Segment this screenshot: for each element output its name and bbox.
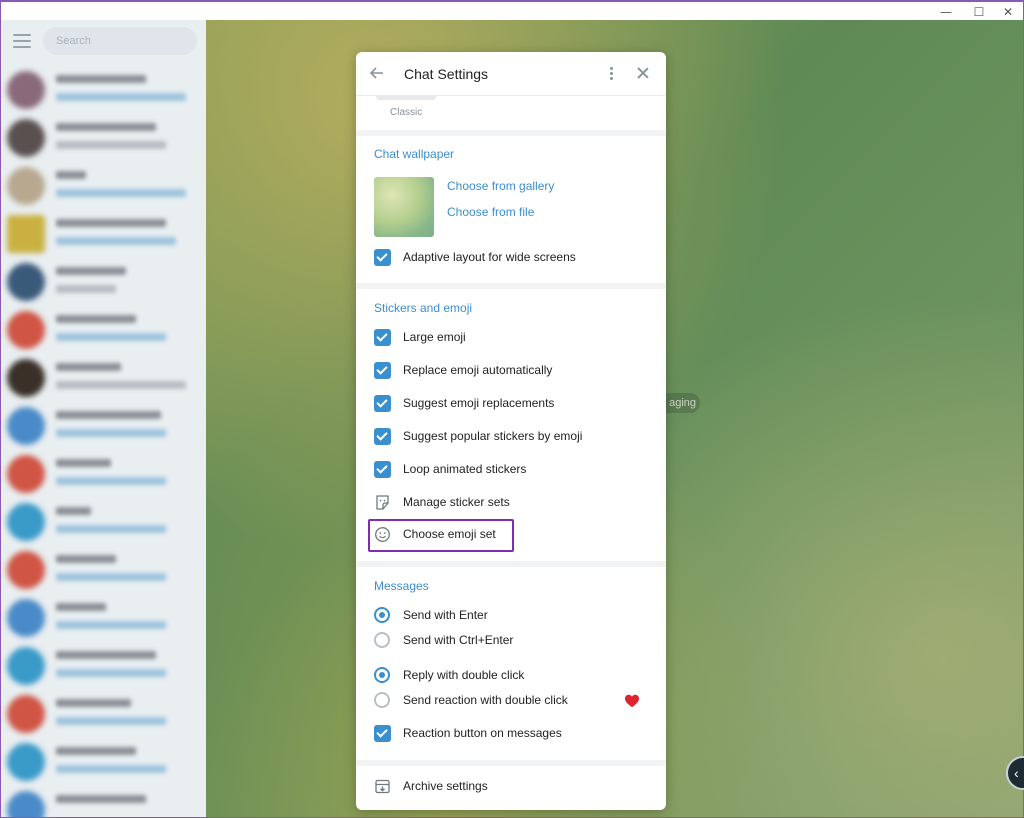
chat-list-item[interactable] xyxy=(1,593,206,641)
avatar xyxy=(7,647,45,685)
chat-list-item[interactable] xyxy=(1,161,206,209)
checkbox-checked[interactable] xyxy=(374,395,391,412)
heart-icon[interactable] xyxy=(624,693,640,709)
annotation-highlight-box xyxy=(368,519,514,552)
section-title-stickers-and-emoji: Stickers and emoji xyxy=(374,301,473,315)
close-icon[interactable] xyxy=(634,64,652,82)
section-divider xyxy=(356,130,666,136)
avatar xyxy=(7,167,45,205)
avatar xyxy=(7,743,45,781)
checkbox-checked[interactable] xyxy=(374,329,391,346)
avatar xyxy=(7,359,45,397)
chat-list-item[interactable] xyxy=(1,689,206,737)
chat-list-item[interactable] xyxy=(1,65,206,113)
checkbox-checked[interactable] xyxy=(374,249,391,266)
reaction-button-checkbox[interactable]: Reaction button on messages xyxy=(372,723,662,745)
section-title-messages: Messages xyxy=(374,579,429,593)
chat-list-item[interactable] xyxy=(1,785,206,817)
radio-unselected[interactable] xyxy=(374,632,390,648)
radio-label: Send reaction with double click xyxy=(403,693,568,707)
large-emoji-checkbox[interactable]: Large emoji xyxy=(372,327,662,349)
section-divider xyxy=(356,283,666,289)
avatar xyxy=(7,263,45,301)
archive-icon xyxy=(375,779,390,794)
adaptive-layout-checkbox[interactable]: Adaptive layout for wide screens xyxy=(372,247,662,269)
reaction-double-click-radio[interactable]: Send reaction with double click xyxy=(372,690,662,712)
chat-list-item[interactable] xyxy=(1,641,206,689)
choose-from-file-link[interactable]: Choose from file xyxy=(447,205,534,219)
loop-animated-stickers-checkbox[interactable]: Loop animated stickers xyxy=(372,459,662,481)
checkbox-label: Large emoji xyxy=(403,330,466,344)
minimize-icon[interactable]: — xyxy=(931,4,961,20)
chat-list-item[interactable] xyxy=(1,449,206,497)
chat-list-item[interactable] xyxy=(1,401,206,449)
theme-label: Classic xyxy=(390,107,423,118)
chat-list-item[interactable] xyxy=(1,305,206,353)
chat-list-item[interactable] xyxy=(1,257,206,305)
checkbox-label: Adaptive layout for wide screens xyxy=(403,250,576,264)
more-options-icon[interactable] xyxy=(604,65,618,83)
radio-selected[interactable] xyxy=(374,607,390,623)
avatar xyxy=(7,119,45,157)
avatar xyxy=(7,71,45,109)
send-with-ctrl-enter-radio[interactable]: Send with Ctrl+Enter xyxy=(372,630,662,652)
suggest-emoji-replacements-checkbox[interactable]: Suggest emoji replacements xyxy=(372,393,662,415)
chat-list-item[interactable] xyxy=(1,497,206,545)
wallpaper-preview[interactable] xyxy=(374,177,434,237)
send-with-enter-radio[interactable]: Send with Enter xyxy=(372,605,662,627)
checkbox-checked[interactable] xyxy=(374,362,391,379)
avatar xyxy=(7,791,45,817)
choose-from-gallery-link[interactable]: Choose from gallery xyxy=(447,179,554,193)
chat-list-item[interactable] xyxy=(1,209,206,257)
search-input[interactable]: Search xyxy=(43,27,197,55)
avatar xyxy=(7,455,45,493)
section-title-chat-wallpaper: Chat wallpaper xyxy=(374,147,455,161)
sticker-icon xyxy=(376,495,389,510)
theme-thumbnail[interactable] xyxy=(376,96,436,100)
checkbox-label: Reaction button on messages xyxy=(403,726,562,740)
avatar xyxy=(7,407,45,445)
replace-emoji-checkbox[interactable]: Replace emoji automatically xyxy=(372,360,662,382)
section-divider xyxy=(356,561,666,567)
radio-selected[interactable] xyxy=(374,667,390,683)
reply-double-click-radio[interactable]: Reply with double click xyxy=(372,665,662,687)
avatar xyxy=(7,599,45,637)
chat-list-item[interactable] xyxy=(1,545,206,593)
manage-sticker-sets-button[interactable]: Manage sticker sets xyxy=(372,492,662,514)
manage-sticker-sets-label: Manage sticker sets xyxy=(403,495,510,509)
checkbox-label: Loop animated stickers xyxy=(403,462,527,476)
archive-settings-button[interactable]: Archive settings xyxy=(372,776,662,798)
chat-list-item[interactable] xyxy=(1,353,206,401)
maximize-icon[interactable]: ☐ xyxy=(964,4,994,20)
menu-icon[interactable] xyxy=(13,34,31,48)
chat-list-item[interactable] xyxy=(1,737,206,785)
avatar xyxy=(7,215,45,253)
dialog-header: Chat Settings xyxy=(356,52,666,96)
checkbox-checked[interactable] xyxy=(374,461,391,478)
back-arrow-icon[interactable] xyxy=(368,64,386,82)
chat-list-sidebar: Search xyxy=(1,20,206,817)
avatar xyxy=(7,695,45,733)
checkbox-label: Suggest popular stickers by emoji xyxy=(403,429,583,443)
close-window-icon[interactable]: ✕ xyxy=(993,4,1023,20)
title-bar: — ☐ ✕ xyxy=(1,2,1023,20)
archive-settings-label: Archive settings xyxy=(403,779,488,793)
radio-label: Send with Ctrl+Enter xyxy=(403,633,514,647)
checkbox-checked[interactable] xyxy=(374,725,391,742)
chat-list-item[interactable] xyxy=(1,113,206,161)
avatar xyxy=(7,311,45,349)
checkbox-label: Suggest emoji replacements xyxy=(403,396,555,410)
radio-unselected[interactable] xyxy=(374,692,390,708)
chat-settings-dialog: Chat Settings Classic Chat wallpaper Cho… xyxy=(356,52,666,810)
suggest-popular-stickers-checkbox[interactable]: Suggest popular stickers by emoji xyxy=(372,426,662,448)
section-divider xyxy=(356,760,666,766)
avatar xyxy=(7,503,45,541)
radio-label: Send with Enter xyxy=(403,608,488,622)
checkbox-checked[interactable] xyxy=(374,428,391,445)
radio-label: Reply with double click xyxy=(403,668,525,682)
dialog-title: Chat Settings xyxy=(404,66,489,82)
avatar xyxy=(7,551,45,589)
checkbox-label: Replace emoji automatically xyxy=(403,363,553,377)
